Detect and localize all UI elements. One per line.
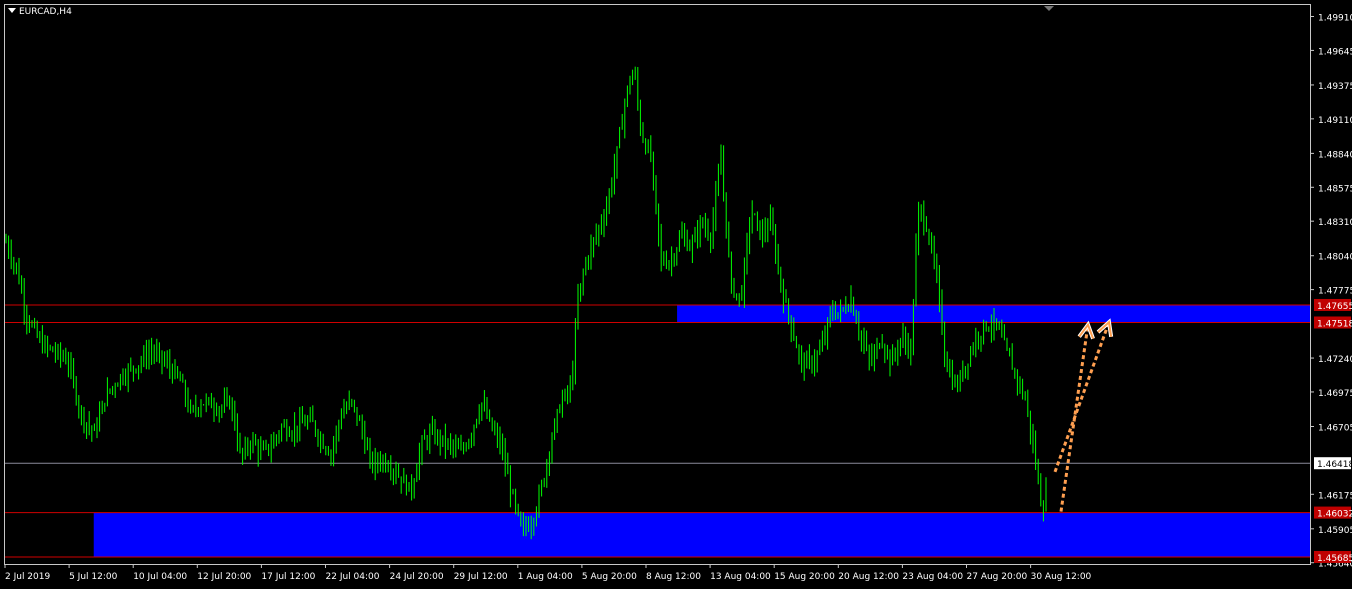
time-tick-label: 15 Aug 20:00	[774, 572, 835, 582]
time-tick-label: 1 Aug 04:00	[518, 572, 573, 582]
time-tick-label: 2 Jul 2019	[5, 572, 50, 582]
time-tick-label: 10 Jul 04:00	[133, 572, 187, 582]
chart-window[interactable]: EURCAD,H4 1.49910 1.49645 1.49375 1.49110 1.…	[0, 0, 1352, 589]
time-tick-label: 29 Jul 12:00	[454, 572, 508, 582]
scroll-marker-icon[interactable]	[1044, 6, 1054, 11]
time-tick-label: 30 Aug 12:00	[1031, 572, 1092, 582]
price-tick-label: 1.49375	[1318, 82, 1352, 92]
price-marker-label: 1.46418	[1317, 460, 1352, 470]
time-axis: 2 Jul 2019 5 Jul 12:00 10 Jul 04:00 12 Jul …	[4, 564, 1092, 582]
time-tick-label: 12 Jul 20:00	[197, 572, 251, 582]
price-marker-label: 1.46032	[1317, 510, 1352, 520]
arrows-layer	[1053, 318, 1114, 512]
zones-layer	[93, 304, 1311, 557]
price-tick-label: 1.47240	[1318, 355, 1352, 365]
price-tick-label: 1.49910	[1318, 14, 1352, 24]
time-tick-label: 23 Aug 04:00	[902, 572, 963, 582]
price-tick-label: 1.48310	[1318, 218, 1352, 228]
price-marker-label: 1.47518	[1317, 319, 1352, 329]
time-tick-label: 22 Jul 04:00	[326, 572, 380, 582]
time-tick-label: 5 Aug 20:00	[582, 572, 637, 582]
time-tick-label: 17 Jul 12:00	[261, 572, 315, 582]
price-marker-label: 1.47655	[1317, 302, 1352, 312]
price-tick-label: 1.48575	[1318, 184, 1352, 194]
arrow-shaft-1	[1053, 321, 1111, 473]
price-tick-label: 1.48840	[1318, 150, 1352, 160]
chart-svg: 1.49910 1.49645 1.49375 1.49110 1.48840 1.485…	[4, 6, 1352, 582]
price-tick-label: 1.45905	[1318, 526, 1352, 536]
time-tick-label: 20 Aug 12:00	[838, 572, 899, 582]
time-tick-label: 13 Aug 04:00	[710, 572, 771, 582]
price-tick-label: 1.46975	[1318, 389, 1352, 399]
time-tick-label: 5 Jul 12:00	[69, 572, 118, 582]
price-tick-label: 1.46705	[1318, 423, 1352, 433]
price-marker-label: 1.45685	[1317, 554, 1352, 564]
time-tick-label: 27 Aug 20:00	[967, 572, 1028, 582]
price-tick-label: 1.48040	[1318, 253, 1352, 263]
candles-layer	[5, 66, 1047, 540]
price-tick-label: 1.47775	[1318, 287, 1352, 297]
time-tick-label: 24 Jul 20:00	[390, 572, 444, 582]
price-tick-label: 1.46175	[1318, 491, 1352, 501]
price-axis: 1.49910 1.49645 1.49375 1.49110 1.48840 1.485…	[1310, 14, 1352, 570]
price-tick-label: 1.49645	[1318, 47, 1352, 57]
support-zone	[93, 512, 1311, 557]
time-tick-label: 8 Aug 12:00	[646, 572, 701, 582]
price-tick-label: 1.49110	[1318, 116, 1352, 126]
